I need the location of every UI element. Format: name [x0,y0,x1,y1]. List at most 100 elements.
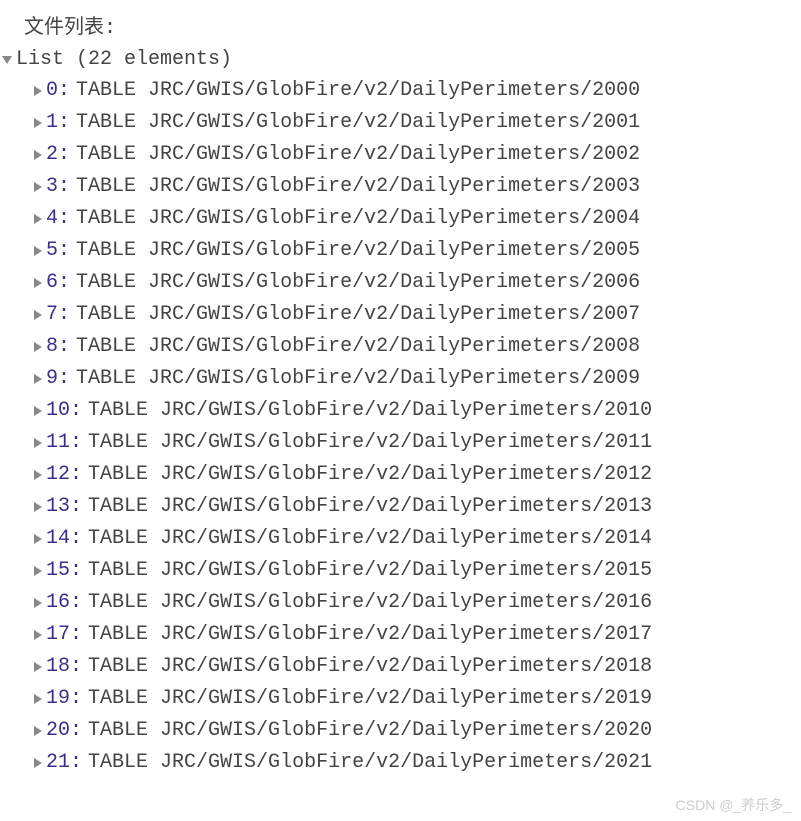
item-value: TABLE JRC/GWIS/GlobFire/v2/DailyPerimete… [88,555,652,587]
item-value: TABLE JRC/GWIS/GlobFire/v2/DailyPerimete… [88,523,652,555]
item-value: TABLE JRC/GWIS/GlobFire/v2/DailyPerimete… [88,587,652,619]
item-value: TABLE JRC/GWIS/GlobFire/v2/DailyPerimete… [88,683,652,715]
item-value: TABLE JRC/GWIS/GlobFire/v2/DailyPerimete… [88,427,652,459]
item-colon: : [70,491,82,523]
item-colon: : [70,747,82,779]
item-value: TABLE JRC/GWIS/GlobFire/v2/DailyPerimete… [88,459,652,491]
item-value: TABLE JRC/GWIS/GlobFire/v2/DailyPerimete… [76,75,640,107]
item-index: 14 [46,523,70,555]
item-value: TABLE JRC/GWIS/GlobFire/v2/DailyPerimete… [76,139,640,171]
list-item[interactable]: 14:TABLE JRC/GWIS/GlobFire/v2/DailyPerim… [34,523,801,555]
list-item[interactable]: 8:TABLE JRC/GWIS/GlobFire/v2/DailyPerime… [34,331,801,363]
item-value: TABLE JRC/GWIS/GlobFire/v2/DailyPerimete… [76,267,640,299]
expand-icon [34,118,42,128]
item-index: 3 [46,171,58,203]
item-colon: : [58,107,70,139]
expand-icon [34,438,42,448]
list-header[interactable]: List (22 elements) [0,48,801,75]
item-colon: : [58,171,70,203]
item-value: TABLE JRC/GWIS/GlobFire/v2/DailyPerimete… [88,715,652,747]
list-item[interactable]: 20:TABLE JRC/GWIS/GlobFire/v2/DailyPerim… [34,715,801,747]
item-value: TABLE JRC/GWIS/GlobFire/v2/DailyPerimete… [88,747,652,779]
expand-icon [34,726,42,736]
item-colon: : [58,139,70,171]
list-item[interactable]: 15:TABLE JRC/GWIS/GlobFire/v2/DailyPerim… [34,555,801,587]
item-index: 20 [46,715,70,747]
expand-icon [34,310,42,320]
expand-icon [34,406,42,416]
item-value: TABLE JRC/GWIS/GlobFire/v2/DailyPerimete… [88,395,652,427]
expand-icon [34,86,42,96]
list-item[interactable]: 5:TABLE JRC/GWIS/GlobFire/v2/DailyPerime… [34,235,801,267]
collapse-icon [2,56,12,64]
item-index: 15 [46,555,70,587]
list-items: 0:TABLE JRC/GWIS/GlobFire/v2/DailyPerime… [0,75,801,779]
list-item[interactable]: 0:TABLE JRC/GWIS/GlobFire/v2/DailyPerime… [34,75,801,107]
list-item[interactable]: 2:TABLE JRC/GWIS/GlobFire/v2/DailyPerime… [34,139,801,171]
list-label: List (22 elements) [16,48,232,71]
item-index: 11 [46,427,70,459]
list-item[interactable]: 11:TABLE JRC/GWIS/GlobFire/v2/DailyPerim… [34,427,801,459]
item-index: 2 [46,139,58,171]
list-item[interactable]: 7:TABLE JRC/GWIS/GlobFire/v2/DailyPerime… [34,299,801,331]
item-index: 10 [46,395,70,427]
expand-icon [34,630,42,640]
expand-icon [34,246,42,256]
list-item[interactable]: 6:TABLE JRC/GWIS/GlobFire/v2/DailyPerime… [34,267,801,299]
item-index: 16 [46,587,70,619]
expand-icon [34,278,42,288]
item-value: TABLE JRC/GWIS/GlobFire/v2/DailyPerimete… [76,235,640,267]
item-colon: : [58,75,70,107]
item-value: TABLE JRC/GWIS/GlobFire/v2/DailyPerimete… [76,171,640,203]
expand-icon [34,758,42,768]
list-item[interactable]: 12:TABLE JRC/GWIS/GlobFire/v2/DailyPerim… [34,459,801,491]
item-index: 1 [46,107,58,139]
item-colon: : [58,203,70,235]
item-index: 6 [46,267,58,299]
list-item[interactable]: 16:TABLE JRC/GWIS/GlobFire/v2/DailyPerim… [34,587,801,619]
item-value: TABLE JRC/GWIS/GlobFire/v2/DailyPerimete… [88,651,652,683]
list-item[interactable]: 13:TABLE JRC/GWIS/GlobFire/v2/DailyPerim… [34,491,801,523]
list-item[interactable]: 18:TABLE JRC/GWIS/GlobFire/v2/DailyPerim… [34,651,801,683]
item-index: 18 [46,651,70,683]
item-index: 8 [46,331,58,363]
list-item[interactable]: 9:TABLE JRC/GWIS/GlobFire/v2/DailyPerime… [34,363,801,395]
item-colon: : [58,363,70,395]
item-value: TABLE JRC/GWIS/GlobFire/v2/DailyPerimete… [76,331,640,363]
item-colon: : [58,235,70,267]
item-colon: : [70,683,82,715]
list-item[interactable]: 1:TABLE JRC/GWIS/GlobFire/v2/DailyPerime… [34,107,801,139]
item-value: TABLE JRC/GWIS/GlobFire/v2/DailyPerimete… [88,619,652,651]
item-colon: : [70,651,82,683]
list-item[interactable]: 10:TABLE JRC/GWIS/GlobFire/v2/DailyPerim… [34,395,801,427]
item-value: TABLE JRC/GWIS/GlobFire/v2/DailyPerimete… [76,299,640,331]
list-item[interactable]: 19:TABLE JRC/GWIS/GlobFire/v2/DailyPerim… [34,683,801,715]
item-index: 9 [46,363,58,395]
item-value: TABLE JRC/GWIS/GlobFire/v2/DailyPerimete… [88,491,652,523]
item-colon: : [70,523,82,555]
item-colon: : [70,555,82,587]
item-index: 19 [46,683,70,715]
expand-icon [34,502,42,512]
list-item[interactable]: 3:TABLE JRC/GWIS/GlobFire/v2/DailyPerime… [34,171,801,203]
item-colon: : [58,267,70,299]
expand-icon [34,662,42,672]
item-index: 4 [46,203,58,235]
item-index: 13 [46,491,70,523]
expand-icon [34,694,42,704]
item-colon: : [58,331,70,363]
item-index: 12 [46,459,70,491]
item-colon: : [70,395,82,427]
expand-icon [34,374,42,384]
page-title: 文件列表: [0,10,801,48]
item-index: 0 [46,75,58,107]
list-item[interactable]: 21:TABLE JRC/GWIS/GlobFire/v2/DailyPerim… [34,747,801,779]
item-colon: : [70,715,82,747]
item-colon: : [70,427,82,459]
list-item[interactable]: 17:TABLE JRC/GWIS/GlobFire/v2/DailyPerim… [34,619,801,651]
watermark: CSDN @_养乐多_ [676,795,791,815]
list-item[interactable]: 4:TABLE JRC/GWIS/GlobFire/v2/DailyPerime… [34,203,801,235]
item-colon: : [70,619,82,651]
item-colon: : [58,299,70,331]
item-value: TABLE JRC/GWIS/GlobFire/v2/DailyPerimete… [76,107,640,139]
